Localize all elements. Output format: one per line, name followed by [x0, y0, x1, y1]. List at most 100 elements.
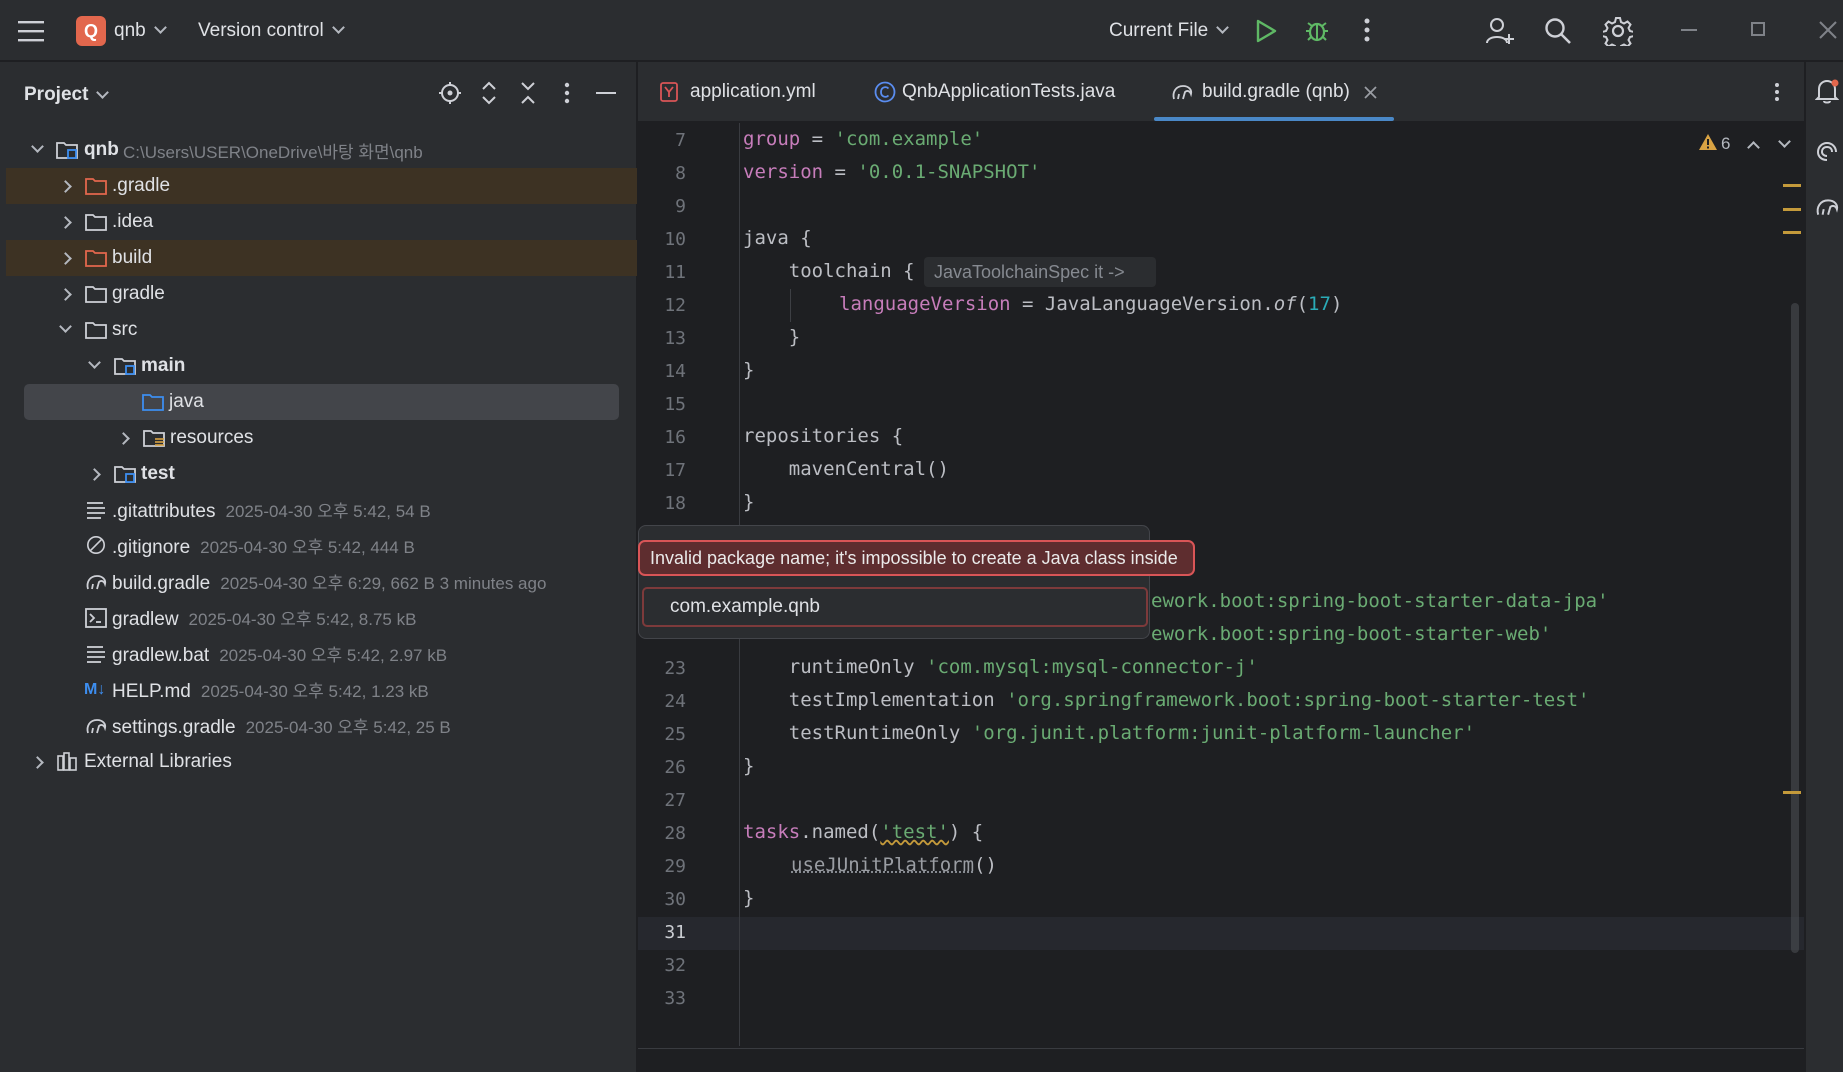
- project-panel-title: Project: [24, 84, 89, 105]
- file-meta: 2025-04-30 오후 5:42, 25 B: [245, 718, 451, 737]
- file-meta: 2025-04-30 오후 5:42, 54 B: [225, 502, 431, 521]
- tree-item-label: java: [169, 391, 204, 412]
- debug-icon[interactable]: [1304, 17, 1330, 43]
- more-vertical-icon[interactable]: [1364, 18, 1370, 42]
- locate-file-icon[interactable]: [438, 81, 462, 105]
- tree-row-idea[interactable]: .idea: [6, 204, 637, 240]
- chevron-down-icon: [96, 85, 110, 99]
- notifications-bell-icon[interactable]: [1815, 78, 1839, 104]
- line-number: 25: [664, 724, 686, 745]
- tree-row-build-gradle[interactable]: build.gradle 2025-04-30 오후 6:29, 662 B 3 …: [6, 564, 637, 600]
- line-number: 23: [664, 658, 686, 679]
- minimize-button[interactable]: [1681, 29, 1697, 31]
- yaml-file-icon: [660, 82, 678, 102]
- tab-qnb-application-tests[interactable]: QnbApplicationTests.java: [874, 62, 1115, 122]
- warning-marker[interactable]: [1783, 184, 1801, 187]
- warning-marker[interactable]: [1783, 231, 1801, 234]
- chevron-right-icon: [58, 287, 72, 301]
- text-file-icon: [87, 502, 105, 519]
- close-window-icon[interactable]: [1819, 21, 1837, 39]
- tree-row-dot-gradle[interactable]: .gradle: [6, 168, 637, 204]
- validation-error-message: Invalid package name; it's impossible to…: [638, 540, 1195, 576]
- hide-panel-button[interactable]: [596, 92, 616, 94]
- run-config-selector[interactable]: Current File: [1109, 0, 1230, 61]
- code-line: testRuntimeOnly 'org.junit.platform:juni…: [743, 722, 1476, 744]
- tab-options-icon[interactable]: [1774, 82, 1780, 102]
- close-tab-icon[interactable]: [1364, 85, 1377, 99]
- tab-application-yml[interactable]: application.yml: [660, 62, 816, 122]
- tree-row-settings-gradle[interactable]: settings.gradle 2025-04-30 오후 5:42, 25 B: [6, 708, 637, 744]
- gradle-elephant-icon: [86, 575, 107, 590]
- gradle-elephant-icon[interactable]: [1814, 196, 1840, 218]
- markdown-icon: M↓: [84, 681, 106, 698]
- expand-all-icon[interactable]: [481, 81, 497, 105]
- editor-tabs: application.yml QnbApplicationTests.java…: [638, 62, 1804, 122]
- gradle-elephant-icon: [1172, 85, 1193, 100]
- editor-scrollbar[interactable]: [1791, 303, 1799, 953]
- line-number: 31: [664, 922, 686, 943]
- search-icon[interactable]: [1544, 17, 1572, 45]
- warning-icon[interactable]: [1698, 133, 1718, 151]
- tab-label: build.gradle (qnb): [1202, 81, 1350, 102]
- tree-item-label: gradlew.bat: [112, 645, 210, 666]
- tree-item-label: gradlew: [112, 609, 179, 630]
- inlay-type-hint: JavaToolchainSpec it ->: [924, 257, 1156, 287]
- code-line: mavenCentral(): [743, 458, 949, 480]
- code-line: testImplementation 'org.springframework.…: [743, 689, 1590, 711]
- tree-row-main[interactable]: main: [6, 348, 637, 384]
- line-number: 26: [664, 757, 686, 778]
- chevron-right-icon: [58, 251, 72, 265]
- project-switcher[interactable]: qnb: [114, 0, 167, 61]
- module-folder-icon: [114, 466, 136, 483]
- folder-icon: [85, 286, 107, 303]
- main-menu-button[interactable]: [18, 0, 48, 61]
- tree-row-test[interactable]: test: [6, 456, 637, 492]
- project-name: qnb: [114, 19, 146, 41]
- tree-row-gitattributes[interactable]: .gitattributes 2025-04-30 오후 5:42, 54 B: [6, 492, 637, 528]
- tree-row-help-md[interactable]: M↓ HELP.md 2025-04-30 오후 5:42, 1.23 kB: [6, 672, 637, 708]
- tree-row-gradlew[interactable]: gradlew 2025-04-30 오후 5:42, 8.75 kB: [6, 600, 637, 636]
- line-number: 9: [675, 196, 686, 217]
- root-project-path: C:\Users\USER\OneDrive\바탕 화면\qnb: [123, 142, 423, 162]
- line-number: 17: [664, 460, 686, 481]
- collapse-all-icon[interactable]: [520, 81, 536, 105]
- more-vertical-icon[interactable]: [564, 82, 570, 104]
- tree-row-root[interactable]: qnb C:\Users\USER\OneDrive\바탕 화면\qnb: [6, 132, 637, 168]
- warning-marker[interactable]: [1783, 791, 1801, 794]
- package-name-input[interactable]: com.example.qnb: [642, 587, 1148, 627]
- chevron-down-icon: [87, 355, 101, 369]
- excluded-folder-icon: [85, 250, 107, 267]
- chevron-down-icon: [153, 21, 167, 34]
- code-line: runtimeOnly 'com.mysql:mysql-connector-j…: [743, 656, 1258, 678]
- tree-row-java[interactable]: java: [24, 384, 619, 420]
- tree-row-build[interactable]: build: [6, 240, 637, 276]
- module-folder-icon: [56, 142, 78, 159]
- code-line: ework.boot:spring-boot-starter-data-jpa': [1151, 590, 1609, 612]
- tree-row-gitignore[interactable]: .gitignore 2025-04-30 오후 5:42, 444 B: [6, 528, 637, 564]
- project-panel-header[interactable]: Project: [24, 84, 110, 106]
- add-user-icon[interactable]: [1485, 16, 1515, 46]
- chevron-right-icon: [87, 467, 101, 481]
- project-logo[interactable]: Q: [76, 16, 106, 46]
- version-control-menu[interactable]: Version control: [198, 0, 345, 61]
- line-number: 7: [675, 130, 686, 151]
- file-meta: 2025-04-30 오후 5:42, 8.75 kB: [188, 610, 417, 629]
- file-meta: 2025-04-30 오후 5:42, 1.23 kB: [200, 682, 429, 701]
- tree-row-src[interactable]: src: [6, 312, 637, 348]
- run-icon[interactable]: [1255, 19, 1277, 43]
- tree-row-gradlew-bat[interactable]: gradlew.bat 2025-04-30 오후 5:42, 2.97 kB: [6, 636, 637, 672]
- line-number: 14: [664, 361, 686, 382]
- tab-build-gradle[interactable]: build.gradle (qnb): [1170, 62, 1377, 122]
- ai-assistant-spiral-icon[interactable]: [1815, 140, 1839, 164]
- settings-gear-icon[interactable]: [1603, 16, 1633, 46]
- source-folder-icon: [142, 394, 164, 411]
- tree-item-label: test: [141, 463, 175, 484]
- restore-button[interactable]: [1751, 22, 1765, 36]
- warning-marker[interactable]: [1783, 208, 1801, 211]
- tree-row-resources[interactable]: resources: [6, 420, 637, 456]
- line-number: 29: [664, 856, 686, 877]
- active-tab-indicator: [1154, 117, 1394, 121]
- tree-row-gradle[interactable]: gradle: [6, 276, 637, 312]
- code-line: tasks.named('test') {: [743, 821, 984, 843]
- tree-row-external-libraries[interactable]: External Libraries: [6, 744, 637, 780]
